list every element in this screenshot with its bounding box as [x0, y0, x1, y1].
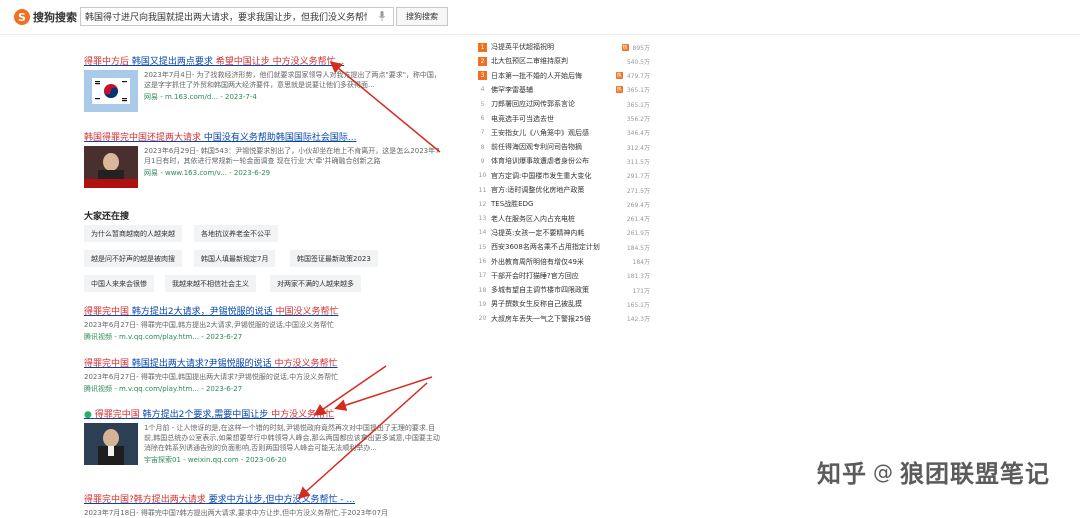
annotation-arrows — [297, 61, 441, 500]
at-icon: @ — [873, 459, 894, 484]
red-arrow — [329, 61, 441, 153]
red-arrow — [334, 376, 433, 411]
red-arrow — [313, 365, 387, 416]
watermark-brand: 知乎 — [817, 460, 867, 488]
watermark-handle: 狼团联盟笔记 — [900, 460, 1050, 488]
zhihu-watermark: 知乎 @ 狼团联盟笔记 — [817, 454, 1050, 489]
